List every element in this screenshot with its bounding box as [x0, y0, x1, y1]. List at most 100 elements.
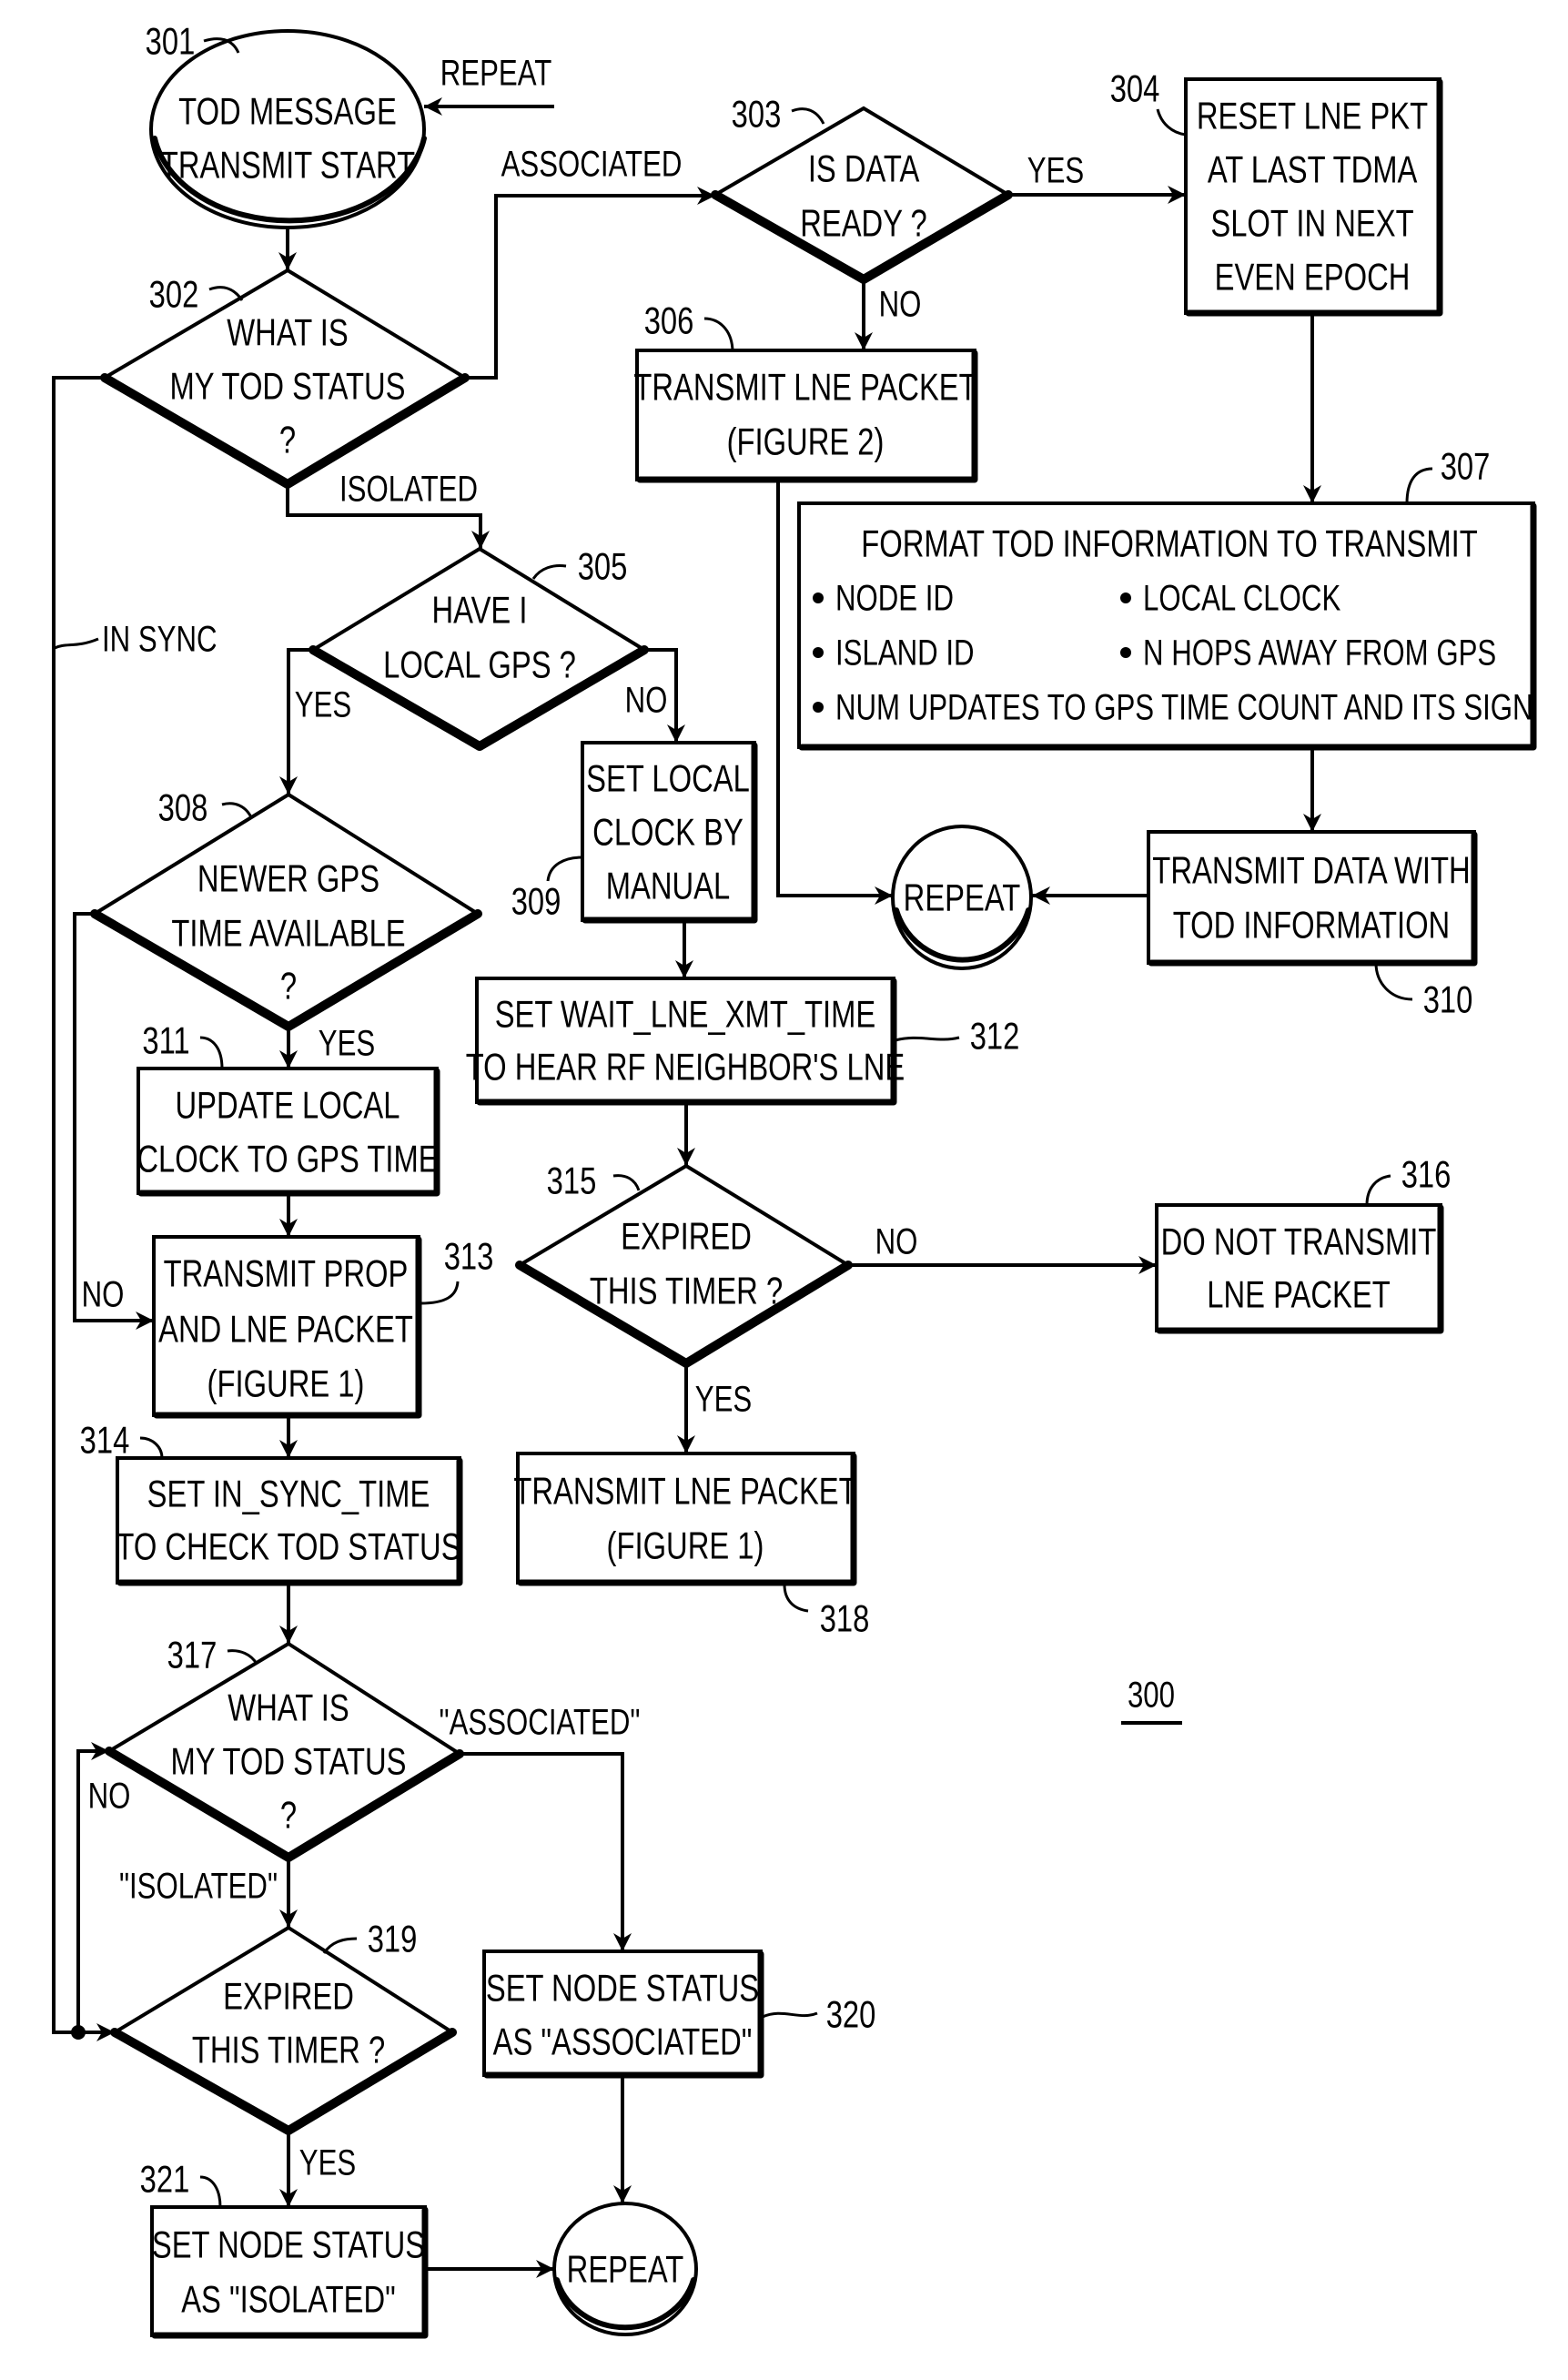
node-314-set-in-sync-time[interactable]: SET IN_SYNC_TIME TO CHECK TOD STATUS — [116, 1456, 463, 1586]
node-314-line-1: SET IN_SYNC_TIME — [147, 1473, 430, 1515]
node-317-line-1: WHAT IS — [228, 1686, 349, 1729]
node-307-format-tod-information[interactable]: FORMAT TOD INFORMATION TO TRANSMIT NODE … — [797, 501, 1537, 751]
bullet-icon — [813, 592, 824, 603]
node-305-line-2: LOCAL GPS ? — [383, 643, 576, 686]
ref-label-319: 319 — [368, 1918, 418, 1960]
node-304-line-4: EVEN EPOCH — [1215, 256, 1411, 299]
node-302-line-2: MY TOD STATUS — [169, 365, 405, 408]
node-301-line-2: TRANSMIT START — [160, 144, 415, 187]
leader-317 — [227, 1649, 258, 1665]
ref-label-307: 307 — [1441, 445, 1491, 488]
leader-314 — [139, 1436, 164, 1459]
node-307-bullet-n-hops: N HOPS AWAY FROM GPS — [1143, 633, 1496, 673]
node-310-line-2: TOD INFORMATION — [1173, 904, 1450, 947]
flowchart-300: TOD MESSAGE TRANSMIT START 301 WHAT IS M… — [52, 20, 1537, 2339]
node-repeat-bottom[interactable]: REPEAT — [552, 2202, 698, 2336]
node-308-line-1: NEWER GPS — [197, 857, 379, 900]
ref-label-314: 314 — [80, 1419, 130, 1462]
node-320-set-node-status-associated[interactable]: SET NODE STATUS AS "ASSOCIATED" — [482, 1950, 764, 2079]
edge-label-303-no: NO — [879, 284, 922, 325]
node-319-line-2: THIS TIMER ? — [192, 2029, 385, 2071]
bullet-icon — [813, 702, 824, 713]
ref-label-302: 302 — [149, 273, 199, 316]
node-307-title: FORMAT TOD INFORMATION TO TRANSMIT — [861, 522, 1478, 565]
edge-label-319-yes: YES — [299, 2142, 356, 2183]
edge-label-303-yes: YES — [1027, 150, 1084, 191]
node-306-transmit-lne-packet-fig2[interactable]: TRANSMIT LNE PACKET (FIGURE 2) — [633, 349, 978, 483]
node-312-line-2: TO HEAR RF NEIGHBOR'S LNE — [466, 1046, 905, 1089]
node-306-line-2: (FIGURE 2) — [727, 420, 885, 463]
node-318-transmit-lne-packet-fig1[interactable]: TRANSMIT LNE PACKET (FIGURE 1) — [513, 1452, 857, 1586]
edge-label-315-yes: YES — [695, 1379, 752, 1420]
figure-number-label: 300 — [1128, 1675, 1175, 1716]
leader-306 — [703, 317, 734, 351]
node-317-line-2: MY TOD STATUS — [170, 1740, 406, 1783]
junction-dot — [71, 2025, 86, 2040]
node-302-line-3: ? — [279, 419, 296, 461]
leader-308 — [221, 802, 253, 818]
node-301-line-1: TOD MESSAGE — [178, 90, 397, 133]
leader-307 — [1405, 467, 1433, 504]
node-302-line-1: WHAT IS — [227, 311, 348, 354]
edge-label-305-no: NO — [625, 680, 668, 721]
figure-number: 300 — [1121, 1675, 1182, 1725]
ref-label-301: 301 — [146, 20, 196, 63]
edge-label-319-no: NO — [88, 1776, 131, 1817]
ref-label-312: 312 — [970, 1015, 1020, 1058]
node-repeat-mid-label: REPEAT — [904, 876, 1021, 919]
node-316-line-2: LNE PACKET — [1207, 1273, 1390, 1316]
node-311-update-local-clock[interactable]: UPDATE LOCAL CLOCK TO GPS TIME — [137, 1067, 440, 1197]
node-308-line-3: ? — [280, 965, 297, 1008]
node-311-line-1: UPDATE LOCAL — [176, 1084, 400, 1127]
edge-label-308-yes: YES — [319, 1023, 375, 1064]
ref-label-306: 306 — [644, 299, 694, 342]
edge-label-317-associated: "ASSOCIATED" — [440, 1702, 641, 1743]
node-310-transmit-data-with-tod[interactable]: TRANSMIT DATA WITH TOD INFORMATION — [1147, 830, 1478, 967]
node-310-line-1: TRANSMIT DATA WITH — [1152, 849, 1470, 892]
node-304-line-2: AT LAST TDMA — [1208, 148, 1418, 191]
node-309-line-1: SET LOCAL — [586, 757, 750, 800]
ref-label-309: 309 — [511, 880, 561, 923]
leader-303 — [791, 107, 825, 125]
leader-315 — [612, 1174, 641, 1191]
leader-310 — [1374, 962, 1413, 1001]
node-316-do-not-transmit-lne-packet[interactable]: DO NOT TRANSMIT LNE PACKET — [1155, 1203, 1444, 1334]
bullet-icon — [1120, 647, 1131, 658]
node-312-set-wait-lne-xmt-time[interactable]: SET WAIT_LNE_XMT_TIME TO HEAR RF NEIGHBO… — [466, 977, 905, 1106]
node-319-line-1: EXPIRED — [223, 1975, 354, 2018]
node-304-reset-lne-pkt[interactable]: RESET LNE PKT AT LAST TDMA SLOT IN NEXT … — [1184, 77, 1443, 317]
node-313-transmit-prop-and-lne-packet[interactable]: TRANSMIT PROP AND LNE PACKET (FIGURE 1) — [152, 1235, 422, 1419]
edge-label-305-yes: YES — [295, 684, 351, 725]
bullet-icon — [1120, 592, 1131, 603]
ref-label-317: 317 — [167, 1634, 217, 1676]
ref-label-303: 303 — [732, 93, 782, 136]
node-318-line-1: TRANSMIT LNE PACKET — [513, 1470, 856, 1513]
leader-305 — [531, 564, 567, 580]
node-317-what-is-my-tod-status[interactable]: WHAT IS MY TOD STATUS ? — [105, 1641, 464, 1862]
connector-317-associated-to-320 — [458, 1752, 632, 1951]
leader-312 — [895, 1036, 960, 1042]
ref-label-304: 304 — [1110, 67, 1160, 110]
edge-label-308-no: NO — [82, 1274, 125, 1315]
node-316-line-1: DO NOT TRANSMIT — [1161, 1220, 1437, 1263]
node-308-newer-gps-time-available[interactable]: NEWER GPS TIME AVAILABLE ? — [90, 792, 482, 1031]
node-307-bullet-island-id: ISLAND ID — [835, 633, 975, 673]
ref-label-318: 318 — [820, 1597, 870, 1640]
leader-304 — [1156, 108, 1187, 137]
node-317-line-3: ? — [280, 1794, 297, 1837]
ref-label-321: 321 — [140, 2158, 190, 2201]
node-309-line-3: MANUAL — [606, 865, 731, 907]
node-309-set-local-clock-by-manual[interactable]: SET LOCAL CLOCK BY MANUAL — [581, 741, 758, 924]
ref-label-305: 305 — [578, 545, 628, 588]
node-repeat-mid[interactable]: REPEAT — [891, 825, 1033, 970]
node-313-line-1: TRANSMIT PROP — [164, 1252, 409, 1295]
edge-label-317-isolated: "ISOLATED" — [119, 1866, 278, 1907]
node-321-set-node-status-isolated[interactable]: SET NODE STATUS AS "ISOLATED" — [150, 2205, 429, 2339]
node-321-line-1: SET NODE STATUS — [152, 2223, 425, 2266]
node-313-line-2: AND LNE PACKET — [158, 1308, 413, 1351]
node-315-line-2: THIS TIMER ? — [590, 1270, 783, 1312]
node-314-line-2: TO CHECK TOD STATUS — [116, 1525, 460, 1568]
leader-320 — [762, 2011, 818, 2019]
node-307-bullet-node-id: NODE ID — [835, 578, 954, 619]
node-307-bullet-num-updates: NUM UPDATES TO GPS TIME COUNT AND ITS SI… — [835, 687, 1533, 728]
